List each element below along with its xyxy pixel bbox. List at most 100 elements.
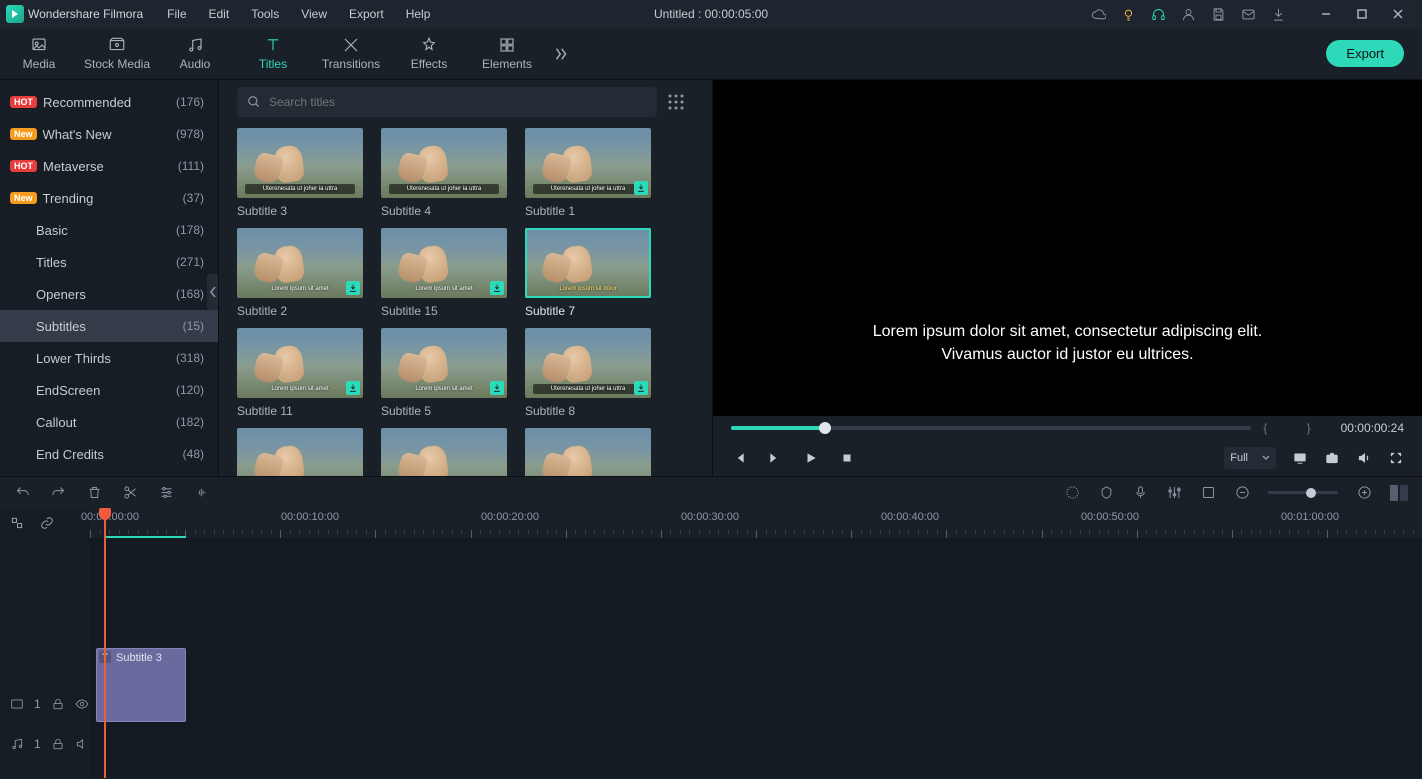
mixer-button[interactable] <box>1166 485 1182 501</box>
link-icon[interactable] <box>40 516 54 530</box>
eye-icon[interactable] <box>75 697 89 711</box>
lock-icon[interactable] <box>51 697 65 711</box>
search-box[interactable] <box>237 87 657 117</box>
ribbon-toolbar: MediaStock MediaAudioTitlesTransitionsEf… <box>0 28 1422 80</box>
scrub-track[interactable] <box>731 426 1251 430</box>
grid-view-toggle[interactable] <box>667 93 685 111</box>
close-button[interactable] <box>1380 0 1416 28</box>
tab-effects[interactable]: Effects <box>390 28 468 80</box>
thumbnail[interactable]: Uterenesata ut joher ia uttraSubtitle 3 <box>237 128 363 218</box>
thumbnail[interactable] <box>381 428 507 476</box>
fullscreen-icon[interactable] <box>1388 450 1404 466</box>
zoom-handle[interactable] <box>1306 488 1316 498</box>
adjust-button[interactable] <box>158 485 174 501</box>
stop-button[interactable] <box>839 450 855 466</box>
audio-icon <box>186 36 204 54</box>
snap-icon[interactable] <box>10 516 24 530</box>
tab-transitions[interactable]: Transitions <box>312 28 390 80</box>
tab-media[interactable]: Media <box>0 28 78 80</box>
quality-select[interactable]: Full <box>1224 447 1276 469</box>
scrub-handle[interactable] <box>819 422 831 434</box>
sidebar-item-trending[interactable]: NewTrending(37) <box>0 182 218 214</box>
search-input[interactable] <box>269 95 647 109</box>
sidebar-item-metaverse[interactable]: HOTMetaverse(111) <box>0 150 218 182</box>
menu-file[interactable]: File <box>157 3 196 25</box>
step-back-button[interactable] <box>731 450 747 466</box>
sidebar-item-titles[interactable]: Titles(271) <box>0 246 218 278</box>
minimize-button[interactable] <box>1308 0 1344 28</box>
thumbnail[interactable]: Uterenesata ut joher ia uttraSubtitle 8 <box>525 328 651 418</box>
sidebar-item-end-credits[interactable]: End Credits(48) <box>0 438 218 470</box>
tab-stock[interactable]: Stock Media <box>78 28 156 80</box>
lock-icon[interactable] <box>51 737 65 751</box>
download-icon[interactable] <box>1270 6 1286 22</box>
menu-tools[interactable]: Tools <box>241 3 289 25</box>
sidebar-item-basic[interactable]: Basic(178) <box>0 214 218 246</box>
preview-viewport[interactable]: Lorem ipsum dolor sit amet, consectetur … <box>713 80 1422 416</box>
thumbnail[interactable]: Lorem ipsum sit ametSubtitle 2 <box>237 228 363 318</box>
sidebar-collapse-button[interactable] <box>207 274 218 310</box>
ruler-label: 00:01:00:00 <box>1281 511 1339 523</box>
sidebar-item-openers[interactable]: Openers(168) <box>0 278 218 310</box>
mail-icon[interactable] <box>1240 6 1256 22</box>
sidebar-item-lower-thirds[interactable]: Lower Thirds(318) <box>0 342 218 374</box>
step-fwd-button[interactable] <box>767 450 783 466</box>
thumbnail[interactable]: Lorem ipsum sit ametSubtitle 15 <box>381 228 507 318</box>
render-button[interactable] <box>1064 485 1080 501</box>
crop-button[interactable] <box>1200 485 1216 501</box>
sidebar-item-subtitles[interactable]: Subtitles(15) <box>0 310 218 342</box>
zoom-out-button[interactable] <box>1234 485 1250 501</box>
menu-view[interactable]: View <box>291 3 337 25</box>
app-logo <box>6 5 24 23</box>
thumbnail[interactable]: Lorem ipsum sit ametSubtitle 5 <box>381 328 507 418</box>
redo-button[interactable] <box>50 485 66 501</box>
snapshot-icon[interactable] <box>1324 450 1340 466</box>
effects-icon <box>420 36 438 54</box>
sidebar-item-recommended[interactable]: HOTRecommended(176) <box>0 86 218 118</box>
menu-edit[interactable]: Edit <box>199 3 240 25</box>
track-area[interactable]: 00:00:00:0000:00:10:0000:00:20:0000:00:3… <box>90 508 1422 778</box>
lightbulb-icon[interactable] <box>1120 6 1136 22</box>
mute-icon[interactable] <box>75 737 89 751</box>
sidebar-item-endscreen[interactable]: EndScreen(120) <box>0 374 218 406</box>
tab-audio[interactable]: Audio <box>156 28 234 80</box>
record-vo-button[interactable] <box>1132 485 1148 501</box>
marker-button[interactable] <box>1098 485 1114 501</box>
menu-export[interactable]: Export <box>339 3 394 25</box>
in-out-brackets[interactable]: { } <box>1263 421 1328 435</box>
zoom-slider[interactable] <box>1268 491 1338 494</box>
zoom-in-button[interactable] <box>1356 485 1372 501</box>
delete-button[interactable] <box>86 485 102 501</box>
export-button[interactable]: Export <box>1326 40 1404 67</box>
tab-elements[interactable]: Elements <box>468 28 546 80</box>
thumbnail[interactable]: Uterenesata ut joher ia uttraSubtitle 1 <box>525 128 651 218</box>
save-icon[interactable] <box>1210 6 1226 22</box>
split-button[interactable] <box>122 485 138 501</box>
timeline-ruler[interactable]: 00:00:00:0000:00:10:0000:00:20:0000:00:3… <box>90 508 1422 538</box>
thumbnail[interactable]: Lorem ipsum sit dolorSubtitle 7 <box>525 228 651 318</box>
volume-icon[interactable] <box>1356 450 1372 466</box>
thumbnail[interactable] <box>525 428 651 476</box>
menu-help[interactable]: Help <box>396 3 441 25</box>
timeline-view-toggle[interactable] <box>1390 485 1408 501</box>
sidebar-item-what-s-new[interactable]: NewWhat's New(978) <box>0 118 218 150</box>
thumbnail[interactable]: Lorem ipsum sit ametSubtitle 11 <box>237 328 363 418</box>
more-tools-button[interactable] <box>546 45 576 63</box>
search-icon <box>247 95 261 109</box>
render-preview-icon[interactable] <box>1292 450 1308 466</box>
video-track-header[interactable]: 1 <box>0 684 90 724</box>
undo-button[interactable] <box>14 485 30 501</box>
headset-icon[interactable] <box>1150 6 1166 22</box>
playhead[interactable] <box>104 508 106 778</box>
timeline-clip[interactable]: T Subtitle 3 <box>96 648 186 722</box>
play-button[interactable] <box>803 450 819 466</box>
sidebar-item-callout[interactable]: Callout(182) <box>0 406 218 438</box>
maximize-button[interactable] <box>1344 0 1380 28</box>
audio-wave-button[interactable] <box>194 485 210 501</box>
thumbnail[interactable] <box>237 428 363 476</box>
thumbnail[interactable]: Uterenesata ut joher ia uttraSubtitle 4 <box>381 128 507 218</box>
tab-titles[interactable]: Titles <box>234 28 312 80</box>
audio-track-header[interactable]: 1 <box>0 724 90 764</box>
cloud-icon[interactable] <box>1090 6 1106 22</box>
user-icon[interactable] <box>1180 6 1196 22</box>
